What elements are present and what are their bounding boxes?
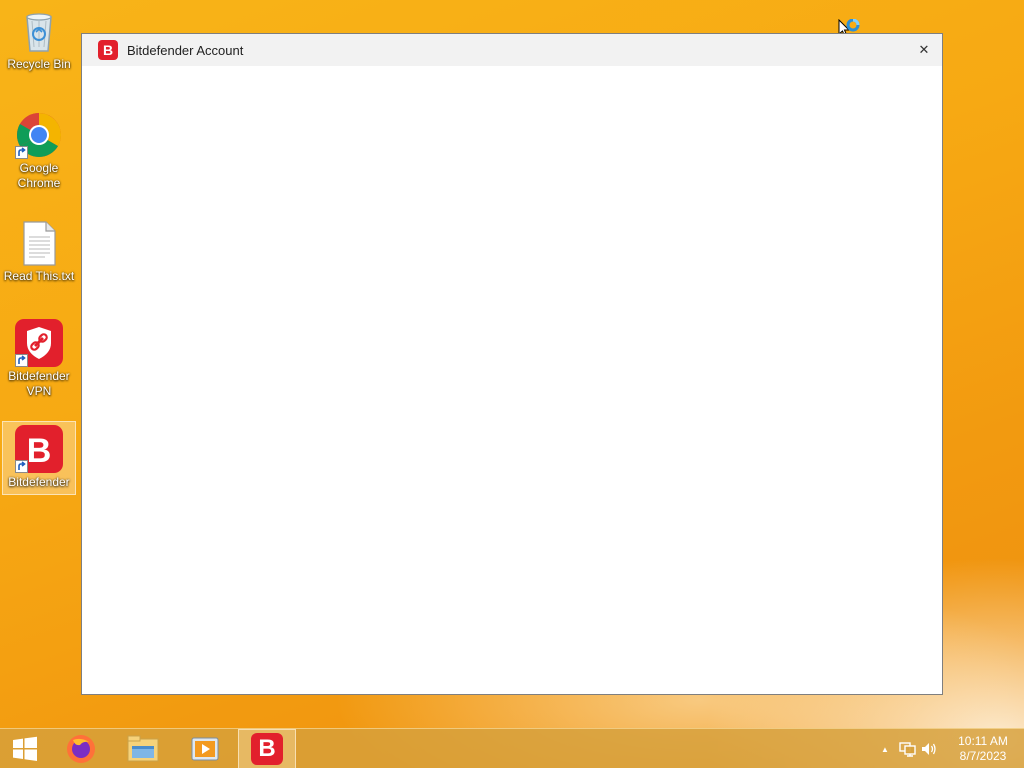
bitdefender-icon: B xyxy=(251,733,283,765)
clock-date: 8/7/2023 xyxy=(959,749,1007,763)
chevron-up-icon: ▲ xyxy=(881,744,889,754)
bitdefender-logo-letter: B xyxy=(27,432,52,470)
taskbar-bitdefender[interactable]: B xyxy=(238,729,296,768)
start-button[interactable] xyxy=(0,729,50,768)
taskbar-file-explorer[interactable] xyxy=(114,729,172,768)
window-content-area xyxy=(82,66,942,694)
desktop: Recycle Bin Google Chrome Read This.txt … xyxy=(0,0,1024,768)
clock-time: 10:11 AM xyxy=(958,734,1008,748)
desktop-icon-label: Recycle Bin xyxy=(7,57,71,71)
bitdefender-account-window[interactable]: B Bitdefender Account ✕ xyxy=(81,33,943,695)
clock[interactable]: 10:11 AM 8/7/2023 xyxy=(948,734,1018,764)
volume-icon[interactable] xyxy=(918,738,940,760)
bitdefender-icon: B xyxy=(98,40,118,60)
desktop-icon-label: Bitdefender VPN xyxy=(8,369,70,398)
desktop-icon-bitdefender[interactable]: B Bitdefender xyxy=(2,421,76,495)
shortcut-arrow-icon xyxy=(15,354,28,367)
text-file-icon xyxy=(15,219,63,267)
windows-start-icon xyxy=(13,736,37,761)
desktop-icon-recycle-bin[interactable]: Recycle Bin xyxy=(2,4,76,76)
desktop-icon-google-chrome[interactable]: Google Chrome xyxy=(2,108,76,195)
shortcut-arrow-icon xyxy=(15,146,28,159)
media-player-icon xyxy=(191,737,219,761)
window-title: Bitdefender Account xyxy=(127,42,244,58)
desktop-icon-label: Bitdefender xyxy=(8,475,70,489)
close-button[interactable]: ✕ xyxy=(912,38,936,62)
taskbar-media-player[interactable] xyxy=(176,729,234,768)
desktop-icon-bitdefender-vpn[interactable]: Bitdefender VPN xyxy=(2,316,76,403)
desktop-icon-label: Read This.txt xyxy=(3,269,75,283)
taskbar-firefox[interactable] xyxy=(52,729,110,768)
shortcut-arrow-icon xyxy=(15,460,28,473)
system-tray: ▲ 10:11 AM 8/7/2023 xyxy=(874,729,1024,768)
chrome-icon xyxy=(15,111,63,159)
bitdefender-vpn-icon xyxy=(15,319,63,367)
file-explorer-icon xyxy=(127,735,159,762)
taskbar: B ▲ 10:11 AM 8/7/2023 xyxy=(0,728,1024,768)
desktop-icon-label: Google Chrome xyxy=(17,161,61,190)
firefox-icon xyxy=(67,735,95,763)
close-icon: ✕ xyxy=(918,42,930,57)
network-icon[interactable] xyxy=(896,738,918,760)
show-hidden-icons-button[interactable]: ▲ xyxy=(874,738,896,760)
bitdefender-icon: B xyxy=(15,425,63,473)
recycle-bin-icon xyxy=(15,7,63,55)
window-titlebar[interactable]: B Bitdefender Account ✕ xyxy=(82,34,942,66)
desktop-icon-read-this[interactable]: Read This.txt xyxy=(2,216,76,288)
